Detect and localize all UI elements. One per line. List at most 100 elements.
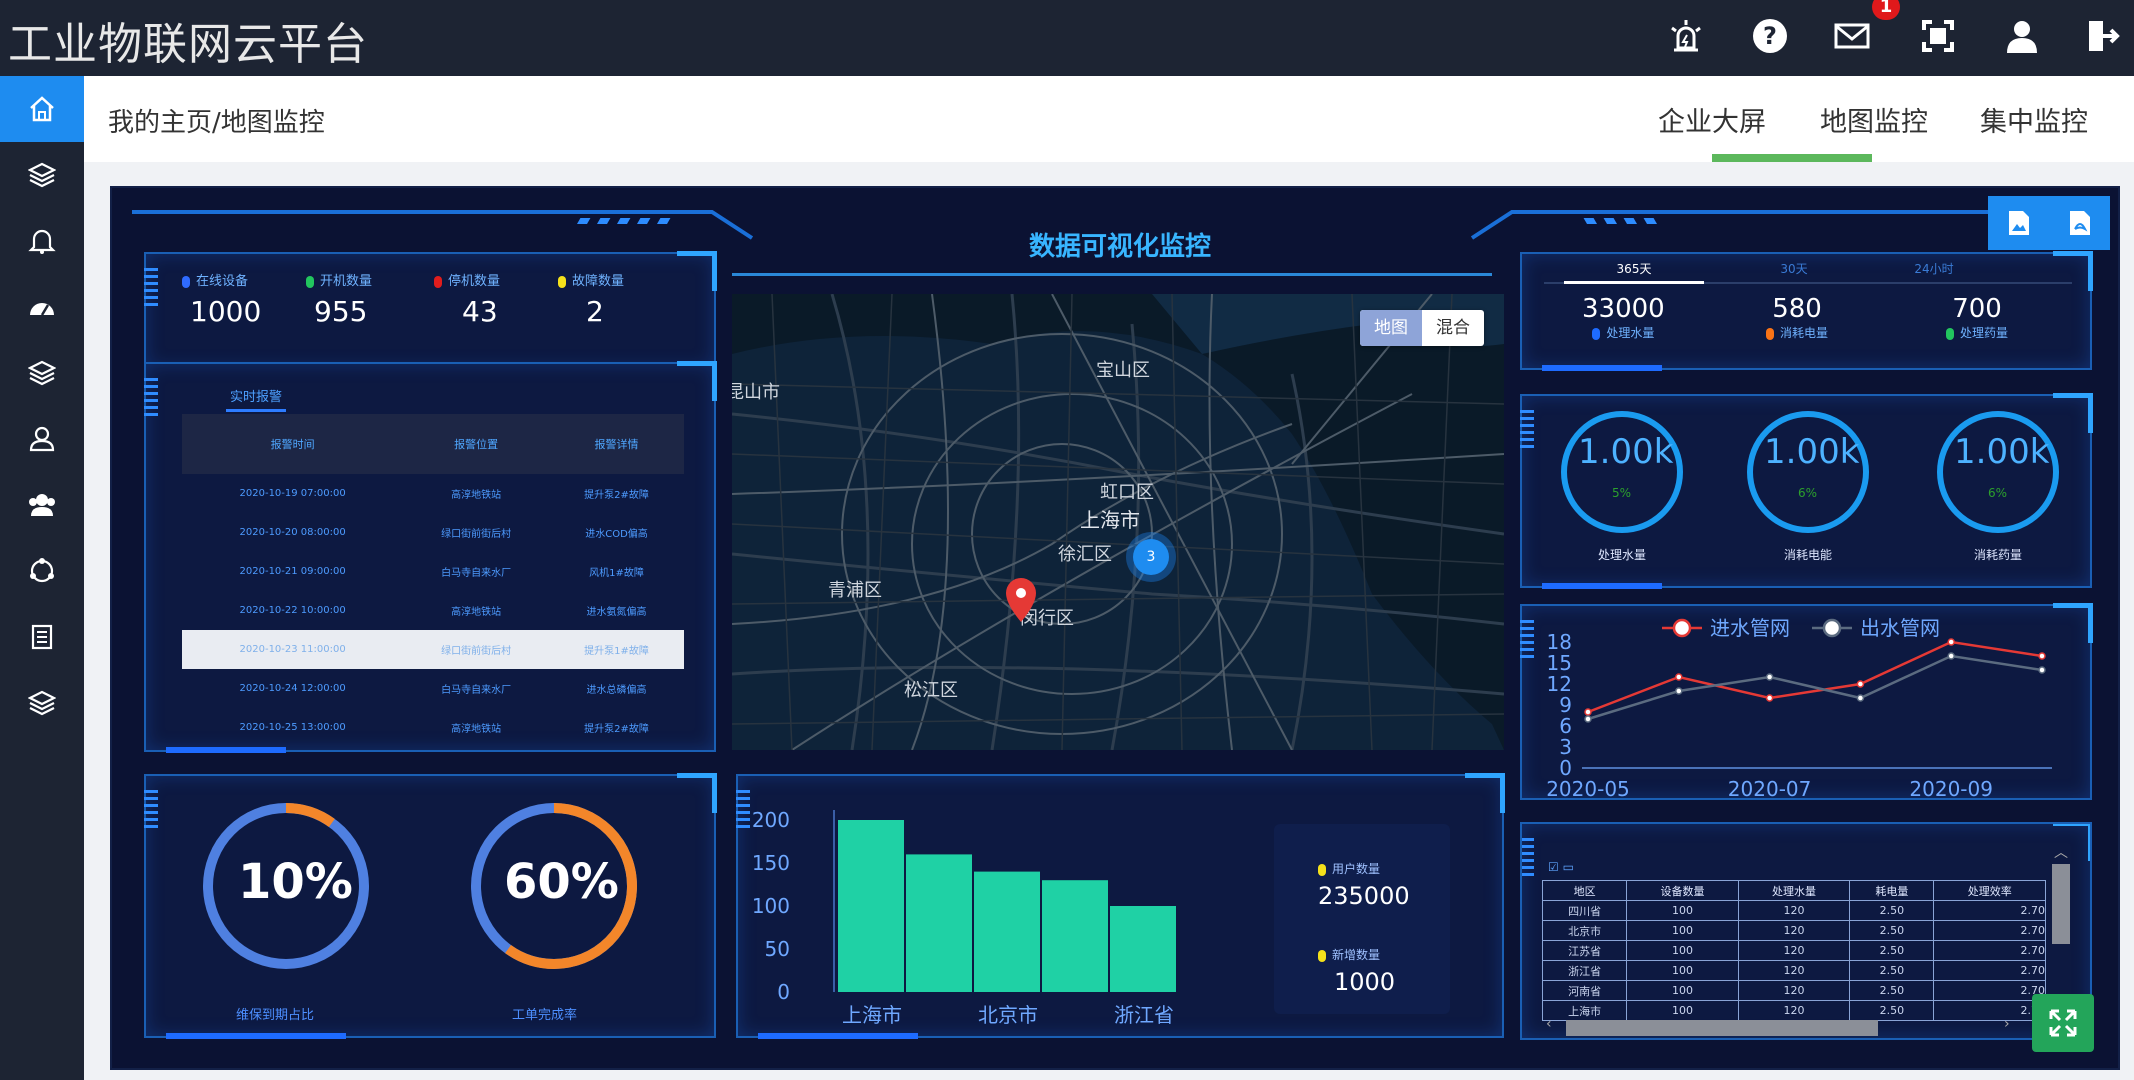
tab-enterprise-screen[interactable]: 企业大屏	[1658, 100, 1766, 139]
mail-icon[interactable]	[1830, 14, 1874, 58]
sidebar-item-report[interactable]	[0, 604, 84, 670]
line-point	[2038, 666, 2046, 674]
region-row[interactable]: 河南省 100 120 2.50 2.70	[1541, 980, 2046, 1001]
horizontal-scrollbar[interactable]: ‹ ›	[1546, 1016, 2016, 1038]
region-cell: 四川省	[1541, 900, 1628, 921]
dashboard-title: 数据可视化监控	[1028, 232, 1211, 262]
scroll-right-arrow-icon[interactable]: ›	[2004, 1016, 2010, 1032]
ring-label-workorder: 工单完成率	[512, 1008, 578, 1023]
map-label-kunshan: 昆山市	[732, 382, 780, 403]
alarm-row[interactable]: 2020-10-24 12:00:00 白马寺自来水厂 进水总磷偏高	[182, 669, 684, 708]
tab-365-days[interactable]: 365天	[1564, 260, 1704, 284]
alarm-detail: 进水总磷偏高	[586, 685, 647, 696]
app-title: 工业物联网云平台	[8, 19, 368, 70]
tab-realtime-alarm[interactable]: 实时报警	[226, 386, 287, 412]
line-chart-panel: 18 15 12 9 6 3 0 进水管网 出水管网 2020-05 2020-07 2020-09	[1520, 603, 2093, 800]
stack-icon-2	[28, 690, 56, 716]
sidebar-item-stack[interactable]	[0, 340, 84, 406]
export-image-icon[interactable]	[2006, 209, 2032, 237]
sidebar-item-profile[interactable]	[0, 406, 84, 472]
alarm-location: 绿口街前街后村	[441, 529, 512, 540]
alarm-location: 高淳地铁站	[451, 607, 502, 618]
region-row[interactable]: 北京市 100 120 2.50 2.70	[1541, 920, 2046, 941]
legend-marker	[1672, 618, 1692, 638]
alarm-location: 高淳地铁站	[451, 724, 502, 735]
scroll-left-arrow-icon[interactable]: ‹	[1546, 1016, 1552, 1032]
new-user-label: 新增数量	[1332, 948, 1381, 962]
user-icon[interactable]	[2000, 14, 2044, 58]
vertical-scroll-thumb[interactable]	[2052, 864, 2070, 944]
sidebar-item-alerts[interactable]	[0, 208, 84, 274]
region-cell: 2.50	[1849, 980, 1935, 1001]
bar	[1110, 906, 1176, 992]
tab-central-monitor[interactable]: 集中监控	[1980, 100, 2088, 139]
line-point	[1584, 715, 1592, 723]
period-stat-power: 580 消耗电量	[1766, 294, 1828, 341]
sidebar-item-share[interactable]	[0, 538, 84, 604]
map-cluster-marker[interactable]: 3	[1126, 532, 1176, 582]
user-profile-icon	[29, 426, 55, 452]
alarm-location: 白马寺自来水厂	[441, 568, 512, 579]
sidebar-item-layers[interactable]	[0, 142, 84, 208]
gauge-value-chemical: 1.00k	[1954, 432, 2050, 472]
map-pin-icon[interactable]	[1004, 576, 1038, 624]
expand-button[interactable]	[2032, 994, 2094, 1052]
bar-chart: 200 150 100 50 0 上海市 北京市 浙江省	[752, 808, 1176, 1027]
region-cell: 2.70	[1933, 940, 2046, 961]
export-toolbar	[1988, 196, 2110, 250]
line-point	[1675, 673, 1683, 681]
line-x-tick: 2020-05	[1546, 777, 1630, 798]
stat-running: 开机数量 955	[306, 270, 372, 328]
region-cell: 100	[1626, 900, 1739, 921]
help-icon[interactable]: ?	[1748, 14, 1792, 58]
tab-map-monitor[interactable]: 地图监控	[1820, 100, 1928, 139]
sidebar-item-users[interactable]	[0, 472, 84, 538]
sidebar-item-dashboard[interactable]	[0, 274, 84, 340]
gauge-pct-water: 5%	[1612, 486, 1632, 500]
dashboard-icon	[30, 303, 54, 316]
region-row[interactable]: 浙江省 100 120 2.50 2.70	[1541, 960, 2046, 981]
alarm-row[interactable]: 2020-10-19 07:00:00 高淳地铁站 提升泵2#故障	[182, 474, 684, 513]
svg-text:?: ?	[1763, 22, 1777, 50]
sidebar-item-home[interactable]	[0, 76, 84, 142]
line-point	[1856, 680, 1865, 688]
line-chart: 1815129630进水管网 出水管网2020-05 2020-07 2020-09	[1546, 616, 2052, 798]
table-toolbar[interactable]: ☑ ▭	[1548, 860, 1574, 874]
legend-label: 进水管网	[1710, 616, 1790, 640]
tab-30-days[interactable]: 30天	[1744, 260, 1844, 277]
region-header-cell: 设备数量	[1626, 880, 1739, 901]
export-pdf-icon[interactable]	[2067, 209, 2093, 237]
alarm-row[interactable]: 2020-10-21 09:00:00 白马寺自来水厂 风机1#故障	[182, 552, 684, 591]
scroll-up-arrow-icon[interactable]: ︿	[2054, 842, 2068, 862]
alarm-light-icon[interactable]	[1664, 14, 1708, 58]
region-cell: 120	[1737, 980, 1851, 1001]
logout-icon[interactable]	[2082, 14, 2126, 58]
map-label-xuhui: 徐汇区	[1058, 544, 1112, 565]
gauge-label-power: 消耗电能	[1784, 548, 1833, 562]
region-cell: 120	[1737, 900, 1851, 921]
region-table: 地区 设备数量 处理水量 耗电量 处理效率 四川省 100 120 2.50 2.70 北京市 10…	[1541, 880, 2046, 1021]
legend-marker	[1822, 618, 1842, 638]
hybrid-mode-button[interactable]: 混合	[1422, 310, 1484, 346]
bar-x-tick: 浙江省	[1114, 1003, 1174, 1027]
legend-label: 出水管网	[1860, 616, 1940, 640]
alarm-time: 2020-10-21 09:00:00	[239, 566, 346, 577]
map-mode-button[interactable]: 地图	[1360, 310, 1422, 346]
line-series-outflow	[1587, 654, 2043, 721]
tab-24-hours[interactable]: 24小时	[1884, 260, 1984, 277]
alarm-row[interactable]: 2020-10-23 11:00:00 绿口街前街后村 提升泵1#故障	[182, 630, 684, 669]
region-cell: 河南省	[1541, 980, 1628, 1001]
map-view[interactable]: 地图 混合 宝山区 昆山市 虹口区 上海市 徐汇区 青浦区 闵行区 松江区 3	[732, 294, 1504, 750]
sidebar-item-stack-2[interactable]	[0, 670, 84, 736]
line-point	[1765, 694, 1774, 702]
alarm-row[interactable]: 2020-10-25 13:00:00 高淳地铁站 提升泵2#故障	[182, 708, 684, 747]
fullscreen-icon[interactable]	[1916, 14, 1960, 58]
alarm-time: 2020-10-25 13:00:00	[239, 722, 346, 733]
region-row[interactable]: 四川省 100 120 2.50 2.70	[1541, 900, 2046, 921]
alarm-row[interactable]: 2020-10-22 10:00:00 高淳地铁站 进水氨氮偏高	[182, 591, 684, 630]
region-row[interactable]: 江苏省 100 120 2.50 2.70	[1541, 940, 2046, 961]
alarm-row[interactable]: 2020-10-20 08:00:00 绿口街前街后村 进水COD偏高	[182, 513, 684, 552]
line-point	[1856, 694, 1865, 702]
ring-label-maintenance: 维保到期占比	[236, 1008, 315, 1023]
horizontal-scroll-thumb[interactable]	[1566, 1020, 1878, 1036]
